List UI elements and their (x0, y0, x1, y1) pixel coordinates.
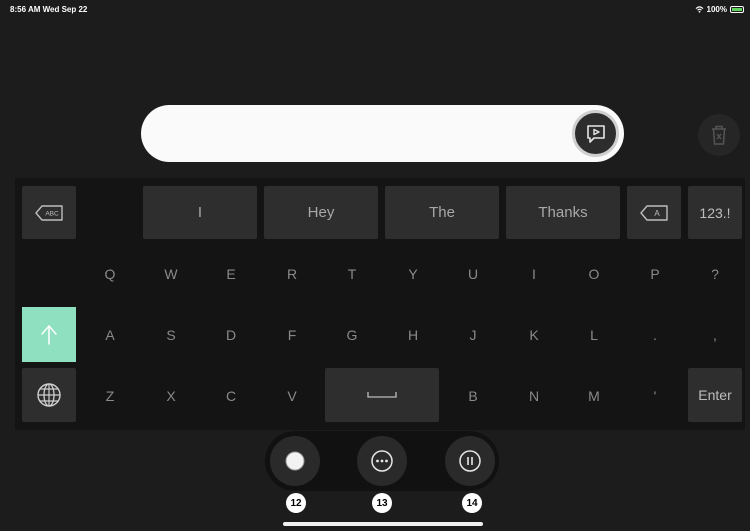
message-input[interactable] (141, 105, 624, 162)
key-d[interactable]: D (204, 308, 258, 361)
key-m[interactable]: M (567, 369, 621, 422)
numbers-key[interactable]: 123.! (688, 186, 742, 239)
pause-button[interactable] (445, 436, 495, 486)
key-z[interactable]: Z (83, 369, 137, 422)
record-button[interactable] (270, 436, 320, 486)
space-key[interactable] (325, 368, 439, 422)
backspace-word-icon: ABC (35, 204, 63, 221)
status-right: 100% (695, 5, 744, 14)
globe-key[interactable] (22, 368, 76, 422)
backspace-char-key[interactable]: A (627, 186, 681, 239)
key-apostrophe[interactable]: ' (628, 369, 682, 422)
globe-icon (37, 383, 61, 407)
space-icon (367, 392, 397, 398)
control-bar (265, 431, 499, 491)
status-bar: 8:56 AM Wed Sep 22 100% (10, 5, 744, 17)
key-p[interactable]: P (628, 247, 682, 300)
badge-12: 12 (286, 493, 306, 513)
key-w[interactable]: W (144, 247, 198, 300)
key-v[interactable]: V (265, 369, 319, 422)
key-question[interactable]: ? (688, 247, 742, 300)
key-s[interactable]: S (144, 308, 198, 361)
backspace-word-key[interactable]: ABC (22, 186, 76, 239)
record-icon (285, 451, 305, 471)
speak-button[interactable] (572, 110, 619, 157)
abc-label: ABC (45, 210, 59, 217)
key-t[interactable]: T (325, 247, 379, 300)
shift-arrow-icon (41, 324, 57, 345)
suggestion-4[interactable]: Thanks (506, 186, 620, 239)
trash-icon (712, 125, 726, 145)
key-o[interactable]: O (567, 247, 621, 300)
battery-percent: 100% (706, 5, 727, 14)
home-indicator[interactable] (283, 522, 483, 526)
key-n[interactable]: N (507, 369, 561, 422)
key-k[interactable]: K (507, 308, 561, 361)
badge-14: 14 (462, 493, 482, 513)
badge-13: 13 (372, 493, 392, 513)
key-period[interactable]: . (628, 308, 682, 361)
suggestion-3[interactable]: The (385, 186, 499, 239)
key-r[interactable]: R (265, 247, 319, 300)
key-x[interactable]: X (144, 369, 198, 422)
key-h[interactable]: H (386, 308, 440, 361)
shift-key[interactable] (22, 307, 76, 362)
keyboard: ABC I Hey The Thanks A 123.! Q W E R T Y… (15, 178, 745, 430)
key-c[interactable]: C (204, 369, 258, 422)
status-time: 8:56 AM Wed Sep 22 (10, 5, 88, 14)
suggestion-2[interactable]: Hey (264, 186, 378, 239)
key-comma[interactable]: , (688, 308, 742, 361)
key-y[interactable]: Y (386, 247, 440, 300)
key-u[interactable]: U (446, 247, 500, 300)
key-j[interactable]: J (446, 308, 500, 361)
key-e[interactable]: E (204, 247, 258, 300)
pause-icon (459, 450, 481, 472)
speak-icon (586, 124, 605, 143)
a-label: A (654, 209, 660, 218)
key-b[interactable]: B (446, 369, 500, 422)
key-q[interactable]: Q (83, 247, 137, 300)
suggestion-1[interactable]: I (143, 186, 257, 239)
key-i[interactable]: I (507, 247, 561, 300)
enter-key[interactable]: Enter (688, 368, 742, 422)
battery-icon (730, 6, 744, 13)
backspace-char-icon: A (640, 204, 668, 221)
key-a[interactable]: A (83, 308, 137, 361)
wifi-icon (695, 6, 703, 13)
clear-button[interactable] (698, 114, 740, 156)
key-f[interactable]: F (265, 308, 319, 361)
key-l[interactable]: L (567, 308, 621, 361)
key-g[interactable]: G (325, 308, 379, 361)
more-button[interactable] (357, 436, 407, 486)
more-icon (371, 450, 393, 472)
